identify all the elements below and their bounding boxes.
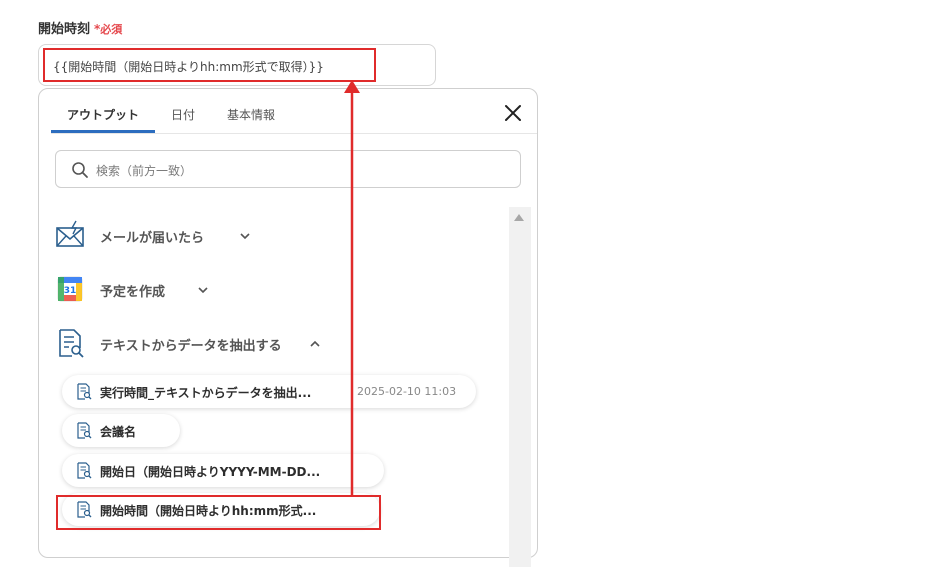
mail-icon (56, 220, 84, 247)
output-selector-panel: アウトプット 日付 基本情報 検索（前方一致） メールが届いたら 31 予定を作… (38, 88, 538, 567)
output-item-execution-time[interactable]: 実行時間_テキストからデータを抽出... 2025-02-10 11:03 (62, 375, 476, 408)
document-search-icon (77, 383, 92, 400)
highlight-box-input (43, 48, 376, 82)
section-extract-text[interactable]: テキストからデータを抽出する (55, 328, 330, 358)
search-input[interactable]: 検索（前方一致） (55, 150, 521, 188)
chevron-up-icon (310, 340, 320, 347)
section-label: テキストからデータを抽出する (100, 339, 282, 354)
google-calendar-icon: 31 (57, 276, 83, 302)
output-item-label: 会議名 (100, 425, 137, 439)
document-search-icon (77, 462, 92, 479)
section-mail-trigger[interactable]: メールが届いたら (55, 220, 255, 250)
scroll-up-arrow-icon[interactable] (514, 214, 524, 221)
chevron-down-icon (198, 287, 208, 294)
output-item-label: 実行時間_テキストからデータを抽出... (100, 386, 312, 400)
search-icon (72, 162, 88, 178)
document-search-icon (77, 422, 92, 439)
field-label-row: 開始時刻 *必須 (38, 18, 122, 37)
section-label: メールが届いたら (100, 231, 205, 246)
tab-date[interactable]: 日付 (171, 106, 195, 123)
output-item-meeting-name[interactable]: 会議名 (62, 414, 180, 447)
tab-bar: アウトプット 日付 基本情報 (51, 89, 537, 134)
search-placeholder: 検索（前方一致） (96, 164, 193, 178)
output-item-timestamp: 2025-02-10 11:03 (357, 385, 457, 398)
close-icon[interactable] (503, 103, 523, 123)
text-extract-icon (59, 329, 84, 358)
active-tab-underline (51, 130, 155, 133)
calendar-day-text: 31 (64, 286, 77, 296)
scrollbar[interactable] (509, 207, 531, 567)
section-create-event[interactable]: 31 予定を作成 (55, 274, 225, 304)
output-item-label: 開始日（開始日時よりYYYY-MM-DD... (100, 465, 321, 479)
output-item-start-date[interactable]: 開始日（開始日時よりYYYY-MM-DD... (62, 454, 384, 487)
section-label: 予定を作成 (100, 285, 166, 300)
field-label: 開始時刻 (38, 22, 91, 37)
highlight-box-item (56, 495, 381, 530)
tab-output[interactable]: アウトプット (67, 106, 139, 123)
chevron-down-icon (240, 233, 250, 240)
required-text: 必須 (100, 23, 123, 36)
tab-basic-info[interactable]: 基本情報 (227, 106, 275, 123)
